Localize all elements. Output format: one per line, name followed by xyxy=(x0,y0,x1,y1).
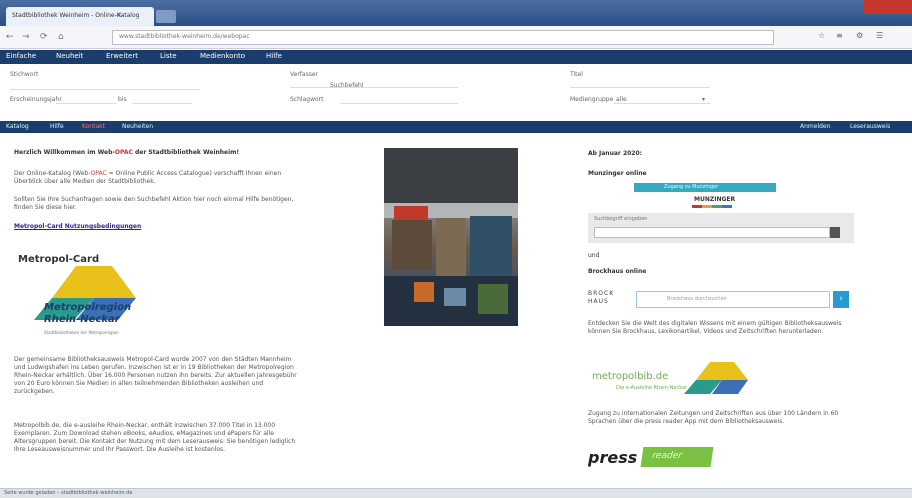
metropolbib-logo[interactable]: metropolbib.de Die e-Ausleihe Rhein-Neck… xyxy=(592,358,762,398)
browser-tab[interactable]: Stadtbibliothek Weinheim - Online-Katalo… xyxy=(6,7,154,26)
brockhaus-search-button[interactable]: › xyxy=(833,291,849,308)
window-close-button[interactable] xyxy=(864,0,912,14)
welcome-heading: Herzlich Willkommen im Web-OPAC der Stad… xyxy=(14,149,239,156)
brockhaus-heading: Brockhaus online xyxy=(588,268,647,275)
author-input[interactable] xyxy=(290,78,458,88)
catnav-item[interactable]: Erweitert xyxy=(106,52,138,60)
forward-icon[interactable]: → xyxy=(22,32,30,42)
reload-icon[interactable]: ⟳ xyxy=(40,32,48,42)
library-photo xyxy=(384,148,518,326)
news-heading: Ab Januar 2020: xyxy=(588,150,643,157)
munzinger-search-button[interactable] xyxy=(830,227,840,238)
login-link[interactable]: Anmelden xyxy=(800,123,830,130)
catnav-item[interactable]: Neuheit xyxy=(56,52,83,60)
munzinger-search: Suchbegriff eingeben xyxy=(588,213,854,243)
catnav-item[interactable]: Einfache xyxy=(6,52,36,60)
linkbar-item[interactable]: Kontakt xyxy=(82,123,105,130)
reader-card-link[interactable]: Leserausweis xyxy=(850,123,890,130)
welcome-highlight: OPAC xyxy=(114,149,133,156)
reader-badge: reader xyxy=(640,447,714,467)
metropol-card-link[interactable]: Metropol-Card Nutzungsbedingungen xyxy=(14,223,141,230)
para-text: Der Online-Katalog (Web- xyxy=(14,170,91,177)
metropolbib-text: metropolbib.de xyxy=(592,371,669,382)
intro-paragraph: Der Online-Katalog (Web-OPAC = Online Pu… xyxy=(14,170,304,186)
subject-input[interactable] xyxy=(340,94,458,104)
address-bar-area: ← → ⟳ ⌂ www.stadtbibliothek-weinheim.de/… xyxy=(0,26,912,49)
url-text: www.stadtbibliothek-weinheim.de/webopac xyxy=(119,33,250,40)
brockhaus-search: BROCK HAUS Brockhaus durchsuchen › xyxy=(588,285,854,315)
link-bar: Katalog Hilfe Kontakt Neuheiten Anmelden… xyxy=(0,121,912,133)
region-fineprint: Stadtbibliotheken der Metropolregion xyxy=(44,330,119,335)
reader-word: reader xyxy=(651,451,683,461)
press-word: press xyxy=(588,448,638,467)
munzinger-logo-text: MUNZINGER xyxy=(694,196,736,203)
home-icon[interactable]: ⌂ xyxy=(58,32,64,42)
bookmarks-icon[interactable]: ≡ xyxy=(836,31,843,40)
year-to-input[interactable] xyxy=(132,94,192,104)
metropol-card-title: Metropol-Card xyxy=(18,254,100,265)
field-label: Titel xyxy=(570,71,583,78)
catalog-nav: Einfache Neuheit Erweitert Liste Medienk… xyxy=(0,50,912,64)
brockhaus-paragraph: Entdecken Sie die Welt des digitalen Wis… xyxy=(588,320,842,335)
metropol-card-logo: Metropol-Card Metropolregion Rhein-Necka… xyxy=(14,248,162,343)
munzinger-heading: Munzinger online xyxy=(588,170,647,177)
field-label: Verfasser xyxy=(290,71,318,78)
field-label: Stichwort xyxy=(10,71,39,78)
library-interior-image xyxy=(384,148,518,326)
select-value: alle xyxy=(616,96,627,103)
star-icon[interactable]: ☆ xyxy=(818,31,825,40)
brockhaus-logo: BROCK HAUS xyxy=(588,290,615,305)
range-to-label: bis xyxy=(118,96,127,103)
back-icon[interactable]: ← xyxy=(6,32,14,42)
welcome-text-end: der Stadtbibliothek Weinheim! xyxy=(132,149,240,156)
url-input[interactable]: www.stadtbibliothek-weinheim.de/webopac xyxy=(112,30,774,45)
and-text: und xyxy=(588,252,600,259)
title-input[interactable] xyxy=(570,78,710,88)
munzinger-banner[interactable]: Zugang zu Munzinger MUNZINGER xyxy=(634,183,776,211)
field-label: Schlagwort xyxy=(290,96,324,103)
ebooks-paragraph: Metropolbib.de, die e-ausleihe Rhein-Nec… xyxy=(14,422,296,453)
linkbar-item[interactable]: Katalog xyxy=(6,123,29,130)
search-hint: Suchbefehl xyxy=(330,82,364,89)
region-line-2: Rhein-Neckar xyxy=(44,314,120,325)
keyword-input[interactable] xyxy=(10,80,200,90)
field-label: Mediengruppe xyxy=(570,96,614,103)
region-line-1: Metropolregion xyxy=(44,302,132,313)
pressreader-logo[interactable]: press reader xyxy=(588,442,718,472)
munzinger-search-input[interactable] xyxy=(594,227,830,238)
brockhaus-placeholder: Brockhaus durchsuchen xyxy=(667,296,727,302)
catnav-item[interactable]: Liste xyxy=(160,52,177,60)
brockhaus-search-input[interactable]: Brockhaus durchsuchen xyxy=(636,291,830,308)
status-text: Seite wurde geladen – stadtbibliothek-we… xyxy=(4,490,133,496)
help-paragraph: Sollten Sie Ihre Suchanfragen sowie den … xyxy=(14,196,294,211)
metropol-paragraph: Der gemeinsame Bibliotheksausweis Metrop… xyxy=(14,356,297,395)
menu-icon[interactable]: ☰ xyxy=(876,31,883,40)
page-content: Herzlich Willkommen im Web-OPAC der Stad… xyxy=(0,134,912,488)
catnav-item[interactable]: Hilfe xyxy=(266,52,282,60)
field-label: Erscheinungsjahr xyxy=(10,96,62,103)
year-from-input[interactable] xyxy=(56,94,116,104)
para-highlight: OPAC xyxy=(90,170,107,177)
tab-close-icon[interactable]: × xyxy=(116,11,122,19)
linkbar-item[interactable]: Neuheiten xyxy=(122,123,153,130)
new-tab-button[interactable] xyxy=(156,10,176,23)
munzinger-search-label: Suchbegriff eingeben xyxy=(594,216,648,222)
search-form: Stichwort Verfasser Titel Erscheinungsja… xyxy=(0,64,912,120)
chevron-down-icon: ▾ xyxy=(702,96,706,103)
linkbar-item[interactable]: Hilfe xyxy=(50,123,64,130)
settings-icon[interactable]: ⚙ xyxy=(856,31,863,40)
munzinger-stripes xyxy=(692,205,732,208)
media-group-select[interactable]: alle ▾ xyxy=(614,94,710,104)
browser-tab-bar: Stadtbibliothek Weinheim - Online-Katalo… xyxy=(0,0,912,26)
pressreader-paragraph: Zugang zu internationalen Zeitungen und … xyxy=(588,410,839,425)
munzinger-bar: Zugang zu Munzinger xyxy=(634,183,776,192)
munzinger-bar-text: Zugang zu Munzinger xyxy=(664,184,719,190)
welcome-text: Herzlich Willkommen im Web- xyxy=(14,149,115,156)
metropolbib-subtitle: Die e-Ausleihe Rhein-Neckar xyxy=(616,385,688,391)
catnav-item[interactable]: Medienkonto xyxy=(200,52,245,60)
